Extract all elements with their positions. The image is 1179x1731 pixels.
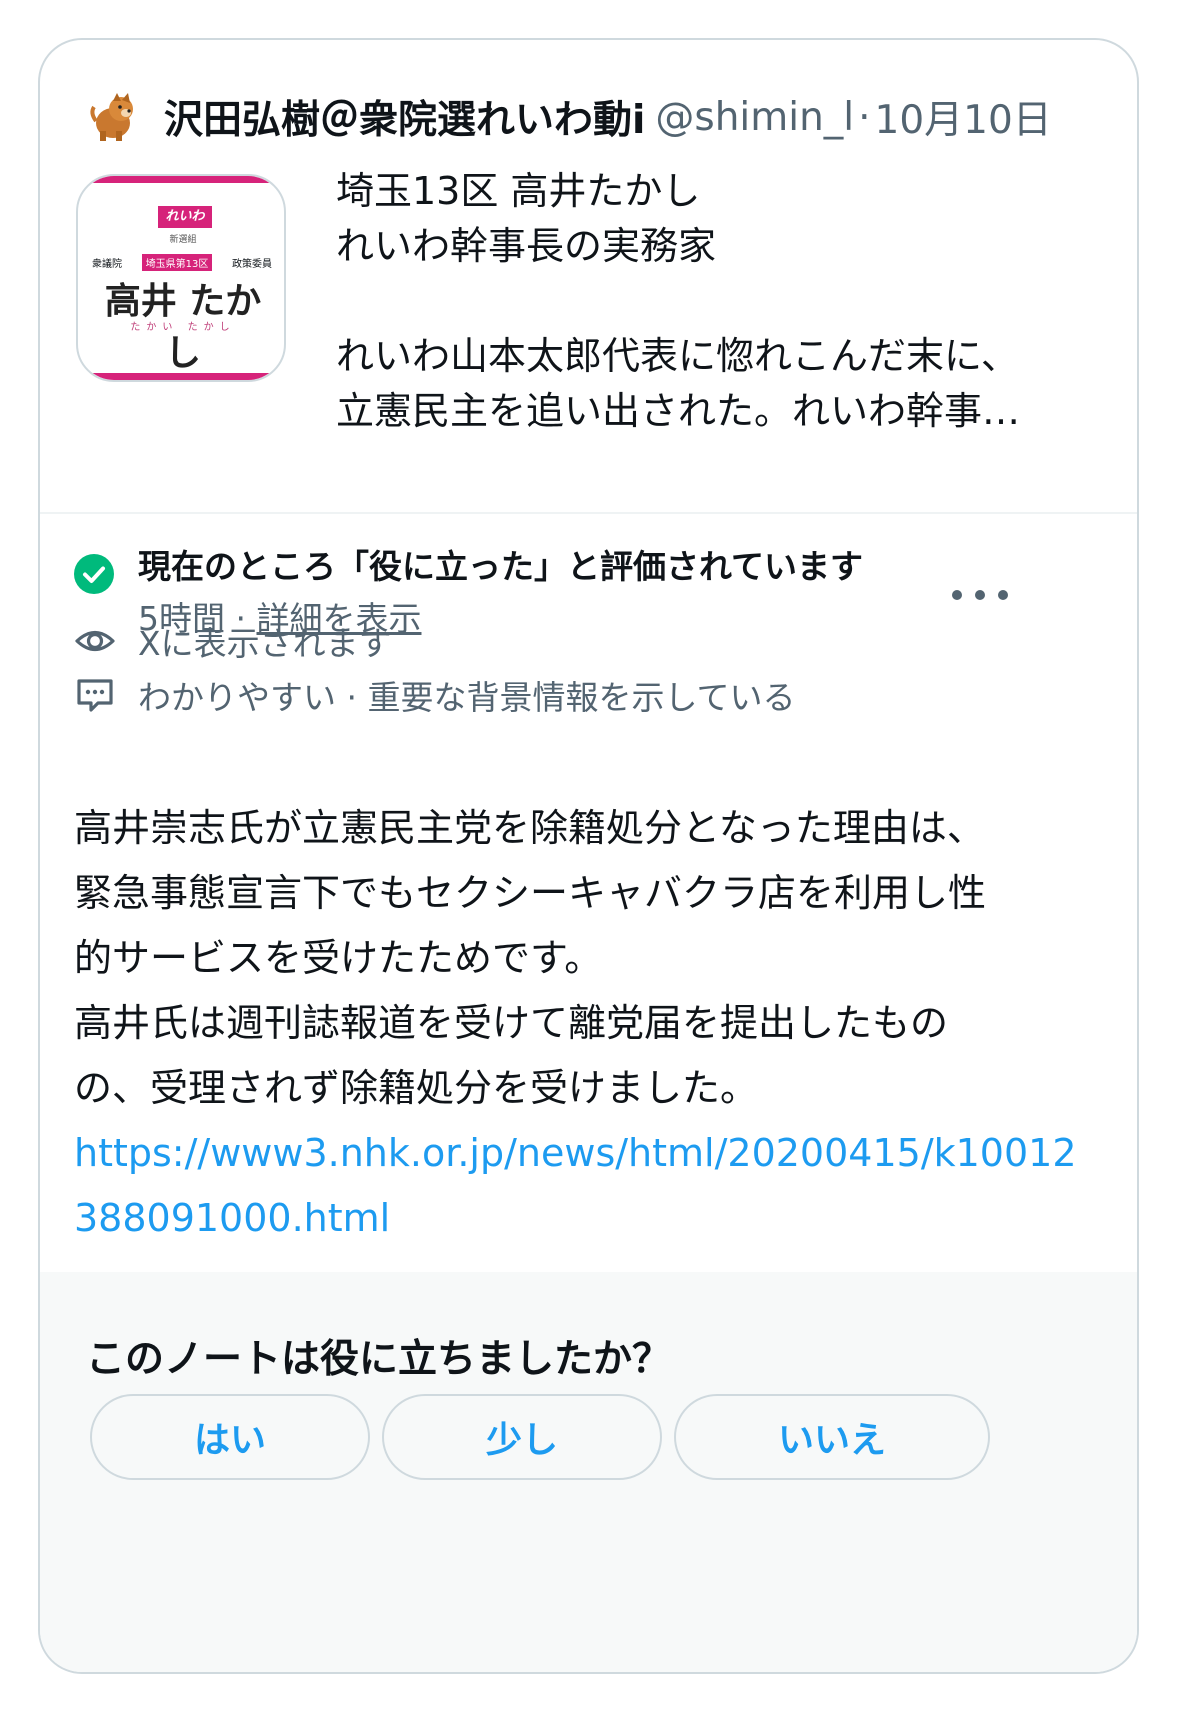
post-separator: · bbox=[858, 94, 871, 140]
community-note-card: 沢田弘樹＠衆院選れいわ動i @shimin_l · 10月10日 れいわ 新選組… bbox=[38, 38, 1139, 1674]
note-body: 高井崇志氏が立憲民主党を除籍処分となった理由は、 緊急事態宣言下でもセクシーキャ… bbox=[74, 796, 1094, 1251]
thumbnail-left-label: 衆議院 bbox=[92, 259, 122, 270]
author-avatar[interactable] bbox=[86, 91, 138, 143]
rate-yes-button[interactable]: はい bbox=[90, 1394, 370, 1480]
note-body-line: 高井氏は週刊誌報道を受けて離党届を提出したもの bbox=[74, 1001, 949, 1045]
post-text-line: 埼玉13区 高井たかし bbox=[336, 169, 701, 213]
author-handle[interactable]: @shimin_l bbox=[655, 95, 854, 140]
post-date[interactable]: 10月10日 bbox=[875, 89, 1052, 145]
check-circle-icon bbox=[74, 554, 114, 594]
note-body-line: 緊急事態宣言下でもセクシーキャバクラ店を利用し性 bbox=[74, 871, 987, 915]
post-text-line: れいわ山本太郎代表に惚れこんだ末に、 bbox=[336, 334, 1019, 378]
thumbnail-district-badge: 埼玉県第13区 bbox=[141, 254, 213, 271]
thumbnail-bottom-bar bbox=[78, 373, 284, 380]
note-status: 現在のところ「役に立った」と評価されています bbox=[138, 547, 864, 586]
reasons-text: わかりやすい · 重要な背景情報を示している bbox=[138, 678, 796, 717]
thumbnail-top-bar bbox=[78, 176, 284, 183]
post-text[interactable]: 埼玉13区 高井たかし れいわ幹事長の実務家 れいわ山本太郎代表に惚れこんだ末に… bbox=[336, 164, 1056, 439]
divider bbox=[40, 512, 1137, 514]
post-thumbnail[interactable]: れいわ 新選組 衆議院 埼玉県第13区 政策委員 高井 たかし たかい たかし bbox=[76, 174, 286, 382]
reasons-row: わかりやすい · 重要な背景情報を示している bbox=[74, 674, 796, 717]
thumbnail-label-row: 衆議院 埼玉県第13区 政策委員 bbox=[92, 254, 272, 271]
comment-icon bbox=[77, 679, 113, 712]
visibility-row: Xに表示されます bbox=[74, 620, 392, 663]
post-header[interactable]: 沢田弘樹＠衆院選れいわ動i @shimin_l · 10月10日 bbox=[86, 82, 1096, 152]
author-name[interactable]: 沢田弘樹＠衆院選れいわ動i bbox=[164, 89, 645, 145]
reiwa-logo: れいわ bbox=[158, 206, 212, 228]
post-text-line: 立憲民主を追い出された。れいわ幹事… bbox=[336, 389, 1021, 433]
rating-question: このノートは役に立ちましたか？ bbox=[86, 1337, 672, 1382]
post-text-line: れいわ幹事長の実務家 bbox=[336, 224, 717, 268]
source-link[interactable]: https://www3.nhk.or.jp/news/html/2020041… bbox=[74, 1121, 1094, 1251]
rate-no-button[interactable]: いいえ bbox=[674, 1394, 990, 1480]
note-body-line: 的サービスを受けたためです。 bbox=[74, 936, 603, 980]
note-body-line: の、受理されず除籍処分を受けました。 bbox=[74, 1066, 759, 1110]
thumbnail-right-label: 政策委員 bbox=[231, 259, 272, 270]
visibility-text: Xに表示されます bbox=[138, 624, 392, 663]
note-body-line: 高井崇志氏が立憲民主党を除籍処分となった理由は、 bbox=[74, 806, 985, 850]
more-options-icon[interactable] bbox=[952, 580, 1008, 610]
rating-section: このノートは役に立ちましたか？ はい 少し いいえ bbox=[40, 1272, 1137, 1672]
thumbnail-sub: 新選組 bbox=[169, 235, 197, 245]
thumbnail-candidate-kana: たかい たかし bbox=[130, 322, 236, 333]
dog-avatar-icon bbox=[90, 93, 133, 141]
rate-somewhat-button[interactable]: 少し bbox=[382, 1394, 662, 1480]
eye-icon bbox=[75, 630, 115, 652]
